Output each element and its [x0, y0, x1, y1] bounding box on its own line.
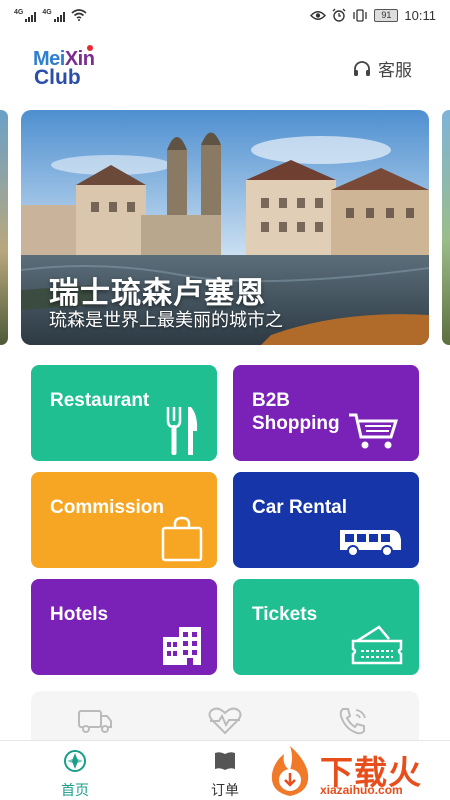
book-icon: [215, 752, 235, 770]
customer-service-button[interactable]: 客服: [352, 56, 412, 81]
status-bar: 4G 4G 91 10:11: [0, 0, 450, 30]
tile-hotels[interactable]: Hotels: [31, 579, 217, 675]
phone-icon[interactable]: [337, 707, 369, 735]
nav-home-label: 首页: [61, 782, 89, 798]
meixin-club-logo[interactable]: MeiXin Club: [33, 45, 123, 94]
banner-next-slide[interactable]: [442, 110, 450, 345]
bus-icon: [340, 530, 401, 557]
heartbeat-icon[interactable]: [207, 707, 243, 735]
app-header: MeiXin Club 客服: [0, 40, 450, 95]
signal-icon: 4G: [14, 8, 37, 22]
banner-prev-slide[interactable]: [0, 110, 8, 345]
nav-orders[interactable]: 订单: [195, 749, 255, 800]
tile-label: Tickets: [252, 604, 318, 625]
tile-tickets[interactable]: Tickets: [233, 579, 419, 675]
sim1-label: 4G: [14, 8, 24, 16]
tile-commission[interactable]: Commission: [31, 472, 217, 568]
banner-subtitle: 琉森是世界上最美丽的城市之: [49, 310, 283, 330]
eye-icon: [310, 10, 327, 20]
shopping-bag-icon: [161, 516, 203, 562]
building-icon: [163, 627, 201, 665]
nav-home[interactable]: 首页: [45, 749, 105, 800]
tile-label: B2B Shopping: [252, 390, 340, 434]
ticket-icon: [351, 625, 403, 665]
customer-service-label: 客服: [378, 61, 412, 80]
cutlery-icon: [166, 407, 198, 455]
logo-line2: Club: [34, 66, 81, 89]
banner-carousel[interactable]: 瑞士琉森卢塞恩 琉森是世界上最美丽的城市之: [0, 110, 450, 345]
compass-icon: [64, 750, 86, 772]
signal-icon-2: 4G: [42, 8, 65, 22]
tile-label: Car Rental: [252, 497, 348, 518]
tile-restaurant[interactable]: Restaurant: [31, 365, 217, 461]
wifi-icon: [71, 9, 87, 21]
headset-icon: [354, 60, 370, 76]
tile-label: Commission: [50, 497, 165, 518]
clock: 10:11: [404, 7, 436, 23]
flame-logo-icon: [271, 746, 309, 796]
nav-orders-label: 订单: [211, 782, 239, 798]
truck-icon[interactable]: [77, 707, 113, 735]
battery-icon: 91: [374, 8, 399, 22]
alarm-icon: [332, 8, 346, 22]
tile-b2b-shopping[interactable]: B2B Shopping: [233, 365, 419, 461]
vibrate-icon: [353, 8, 368, 22]
tile-car-rental[interactable]: Car Rental: [233, 472, 419, 568]
banner-slide[interactable]: 瑞士琉森卢塞恩 琉森是世界上最美丽的城市之: [21, 110, 429, 345]
service-grid: Restaurant B2B Shopping Commission Car R…: [31, 365, 419, 675]
logo-dot: [87, 45, 93, 51]
cart-icon: [349, 413, 399, 449]
watermark: 下载火 xiazaihuo.com: [262, 740, 450, 800]
tile-label: Hotels: [50, 604, 109, 625]
tile-label: Restaurant: [50, 390, 150, 411]
sim2-label: 4G: [42, 8, 52, 16]
watermark-url: xiazaihuo.com: [320, 783, 403, 797]
